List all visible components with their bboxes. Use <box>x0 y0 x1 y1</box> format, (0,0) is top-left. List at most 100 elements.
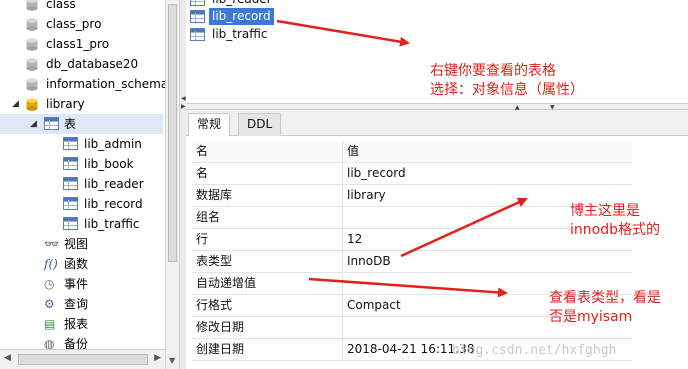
glasses-icon: 👓 <box>44 237 59 251</box>
tree-item-label: class1_pro <box>46 37 110 51</box>
scrollbar-thumb[interactable] <box>168 4 177 262</box>
object-item-label: lib_reader <box>209 0 275 8</box>
property-key: 组名 <box>196 210 221 224</box>
column-separator <box>342 295 343 316</box>
report-icon: ▤ <box>44 317 56 331</box>
tree-item-label: lib_record <box>84 197 143 211</box>
tree-item-label: 视图 <box>64 237 89 251</box>
property-key: 修改日期 <box>196 320 245 334</box>
tree-selection-highlight <box>0 114 163 134</box>
property-key: 行格式 <box>196 298 233 312</box>
splitter-grip-icon: ▶ <box>181 103 186 110</box>
tree-item-label: class <box>46 0 76 11</box>
tree-item-label: lib_admin <box>84 137 142 151</box>
property-key: 自动递增值 <box>196 276 257 290</box>
vertical-splitter[interactable]: ◀ ▶ <box>179 0 186 369</box>
property-row: 数据库 library <box>192 185 632 207</box>
tree-item-label: 表 <box>64 117 77 131</box>
property-key: 数据库 <box>196 188 233 202</box>
property-value: lib_record <box>347 166 406 180</box>
table-icon <box>63 137 78 150</box>
watermark: blog.csdn.net/hxfghgh <box>452 343 617 358</box>
property-row: 行 12 <box>192 229 632 251</box>
object-item-label: lib_traffic <box>212 27 268 41</box>
table-icon <box>63 217 78 230</box>
column-separator <box>342 251 343 272</box>
column-separator <box>342 163 343 184</box>
scroll-left-icon[interactable]: ◀ <box>4 353 11 363</box>
column-header-value: 值 <box>347 144 360 158</box>
property-key: 表类型 <box>196 254 233 268</box>
database-icon <box>26 17 38 37</box>
scroll-down-icon[interactable]: ▼ <box>169 356 175 365</box>
database-icon <box>26 37 38 57</box>
property-key: 创建日期 <box>196 342 245 356</box>
tree-item-label: library <box>46 97 85 111</box>
table-icon <box>63 157 78 170</box>
table-icon <box>190 0 205 6</box>
properties-header: 名 值 <box>192 141 632 163</box>
database-icon <box>26 0 38 17</box>
database-icon <box>26 57 38 77</box>
object-tree: class class_pro class1_pro db_database20… <box>0 0 166 369</box>
query-icon: ⚙ <box>44 297 55 311</box>
tree-item-label: 报表 <box>64 317 89 331</box>
annotation-note-2: 博主这里是 innodb格式的 <box>570 202 660 240</box>
column-separator <box>342 207 343 228</box>
tab-general[interactable]: 常规 <box>188 113 231 137</box>
clock-icon: ◷ <box>44 277 55 291</box>
property-key: 名 <box>196 166 209 180</box>
property-value: Compact <box>347 298 401 312</box>
property-row: 表类型 InnoDB <box>192 251 632 273</box>
expand-triangle-icon[interactable]: ◢ <box>12 94 19 114</box>
splitter-grip-icon: ◀ <box>181 95 186 102</box>
column-separator <box>342 229 343 250</box>
tab-ddl[interactable]: DDL <box>238 113 282 136</box>
function-icon: f() <box>44 257 58 271</box>
column-header-name: 名 <box>196 144 209 158</box>
tree-item-label: 查询 <box>64 297 89 311</box>
annotation-text: 右键你要查看的表格 <box>430 63 556 79</box>
tree-item-label: 事件 <box>64 277 89 291</box>
info-tabs: 常规 DDL <box>186 110 688 137</box>
table-icon <box>190 28 205 41</box>
table-folder-icon <box>44 117 59 130</box>
annotation-text: 选择：对象信息（属性） <box>430 82 584 98</box>
property-value: 12 <box>347 232 363 246</box>
column-separator <box>342 317 343 338</box>
object-item-label: lib_record <box>209 8 274 25</box>
tree-vertical-scrollbar[interactable]: ▼ <box>165 0 179 369</box>
property-key: 行 <box>196 232 209 246</box>
table-icon <box>63 177 78 190</box>
expand-triangle-icon[interactable]: ◢ <box>30 114 37 134</box>
annotation-note-1: 右键你要查看的表格 选择：对象信息（属性） <box>430 62 584 100</box>
tree-item-label: 函数 <box>64 257 89 271</box>
annotation-text: 博主这里是 <box>570 203 640 219</box>
table-icon <box>63 197 78 210</box>
column-separator <box>342 339 343 360</box>
column-separator <box>342 185 343 206</box>
annotation-text: 否是myisam <box>549 309 633 325</box>
table-icon <box>190 10 205 23</box>
database-icon <box>26 77 38 97</box>
property-row: 组名 <box>192 207 632 229</box>
properties-grid: 名 值 名 lib_record 数据库 library 组名 行 12 表类型… <box>186 136 688 369</box>
property-value: InnoDB <box>347 254 391 268</box>
scroll-right-icon[interactable]: ▶ <box>154 353 161 363</box>
annotation-note-3: 查看表类型，看是 否是myisam <box>549 289 661 327</box>
tree-item-label: lib_reader <box>84 177 144 191</box>
tree-item-label: information_schema <box>46 77 166 91</box>
tree-item-label: db_database20 <box>46 57 139 71</box>
tree-item-label: lib_book <box>84 157 134 171</box>
horizontal-splitter[interactable]: ▲ ▼ <box>186 103 688 111</box>
property-row: 名 lib_record <box>192 163 632 185</box>
horizontal-scrollbar[interactable]: ◀ ▶ <box>0 349 165 369</box>
column-separator <box>342 273 343 294</box>
tree-item-label: lib_traffic <box>84 217 140 231</box>
annotation-text: innodb格式的 <box>570 222 660 238</box>
tree-item-label: class_pro <box>46 17 102 31</box>
property-value: library <box>347 188 386 202</box>
annotation-text: 查看表类型，看是 <box>549 290 661 306</box>
column-separator <box>342 141 343 162</box>
scrollbar-thumb[interactable] <box>18 354 148 365</box>
